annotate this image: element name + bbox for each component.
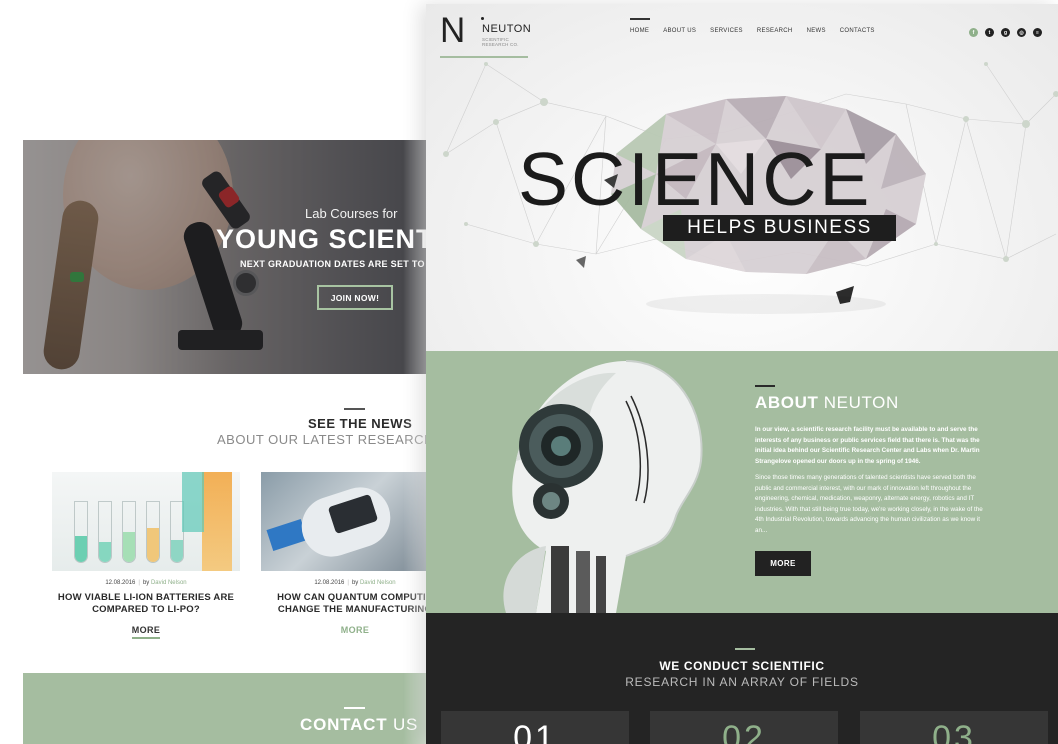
hero-tagline: HELPS BUSINESS: [663, 215, 896, 241]
fields-title: WE CONDUCT SCIENTIFIC: [659, 659, 825, 673]
about-title-bold: ABOUT: [755, 393, 819, 412]
news-card: 12.08.2016 | by David Nelson HOW CAN QUANT…: [261, 472, 443, 637]
meta-separator: |: [347, 580, 349, 586]
field-number: 03: [932, 719, 976, 744]
news-more-link[interactable]: MORE: [341, 625, 370, 637]
meta-separator: |: [138, 580, 140, 586]
test-tube: [74, 501, 88, 563]
logo-dot: [481, 17, 484, 20]
section-divider: [735, 648, 755, 650]
about-section: ABOUT NEUTON In our view, a scientific r…: [426, 351, 1058, 613]
main-nav: HOME ABOUT US SERVICES RESEARCH NEWS CON…: [630, 18, 889, 34]
nav-item-news[interactable]: NEWS: [807, 28, 826, 34]
robot-illustration: [503, 360, 703, 613]
field-card[interactable]: 02: [650, 711, 838, 744]
news-author-link[interactable]: David Nelson: [151, 580, 187, 586]
orange-bottle: [202, 472, 232, 571]
about-paragraph-1: In our view, a scientific research facil…: [755, 426, 980, 465]
test-tube: [122, 501, 136, 563]
test-tube: [98, 501, 112, 563]
tube-liquid: [99, 542, 111, 562]
logo-letter: N: [440, 11, 465, 50]
news-card: 12.08.2016 | by David Nelson HOW VIABLE LI…: [52, 472, 240, 639]
news-date: 12.08.2016: [314, 580, 345, 586]
tube-liquid: [75, 536, 87, 562]
contact-section: CONTACT US: [23, 673, 443, 744]
contact-title-rest: US: [387, 715, 419, 734]
front-page-preview: N NEUTON SCIENTIFIC RESEARCH CO. HOME AB…: [426, 4, 1058, 744]
about-more-button[interactable]: MORE: [755, 551, 811, 576]
section-divider: [344, 707, 365, 709]
news-meta: 12.08.2016 | by David Nelson: [52, 580, 240, 586]
news-image-test-tubes[interactable]: [52, 472, 240, 571]
logo-name: NEUTON: [482, 23, 532, 35]
nav-item-research[interactable]: RESEARCH: [757, 28, 793, 34]
join-now-button[interactable]: JOIN NOW!: [317, 285, 393, 310]
nav-item-home[interactable]: HOME: [630, 18, 651, 34]
contact-title-bold: CONTACT: [300, 715, 388, 734]
about-paragraph-2: Since those times many generations of ta…: [755, 474, 983, 534]
section-divider: [755, 385, 775, 387]
logo-tagline: SCIENTIFIC RESEARCH CO.: [482, 37, 519, 47]
rss-icon[interactable]: ≡: [1033, 28, 1042, 37]
hero-subtitle: NEXT GRADUATION DATES ARE SET TO J: [240, 259, 433, 269]
news-section-title: SEE THE NEWS: [308, 416, 413, 431]
instagram-icon[interactable]: ◎: [1017, 28, 1026, 37]
news-more-wrapper: MORE: [261, 625, 443, 637]
contact-title: CONTACT US: [300, 715, 418, 735]
hero-title: YOUNG SCIENT: [216, 224, 434, 254]
research-fields-section: WE CONDUCT SCIENTIFIC RESEARCH IN AN ARR…: [426, 613, 1058, 744]
tube-liquid: [147, 528, 159, 562]
nav-item-services[interactable]: SERVICES: [710, 28, 743, 34]
nav-item-about-us[interactable]: ABOUT US: [663, 28, 696, 34]
news-heading-link[interactable]: HOW CAN QUANTUM COMPUTIN CHANGE THE MANU…: [261, 592, 443, 616]
about-title: ABOUT NEUTON: [755, 393, 899, 413]
about-title-rest: NEUTON: [818, 393, 899, 412]
field-card[interactable]: 01: [441, 711, 629, 744]
science-hero: N NEUTON SCIENTIFIC RESEARCH CO. HOME AB…: [426, 4, 1058, 351]
tube-liquid: [123, 532, 135, 562]
nav-item-contacts[interactable]: CONTACTS: [840, 28, 875, 34]
fields-subtitle: RESEARCH IN AN ARRAY OF FIELDS: [625, 675, 859, 689]
hero-headline: SCIENCE: [518, 137, 873, 221]
news-more-link[interactable]: MORE: [131, 625, 161, 639]
news-section-subtitle: ABOUT OUR LATEST RESEARCH: [217, 432, 434, 447]
hero-kicker: Lab Courses for: [305, 206, 398, 221]
news-author-link[interactable]: David Nelson: [360, 580, 396, 586]
tube-liquid: [171, 540, 183, 562]
news-more-wrapper: MORE: [52, 625, 240, 639]
twitter-icon[interactable]: t: [985, 28, 994, 37]
teal-bottle: [182, 472, 204, 532]
field-number: 01: [513, 719, 557, 744]
social-links: f t g ◎ ≡: [969, 28, 1042, 37]
field-number: 02: [722, 719, 766, 744]
news-date: 12.08.2016: [105, 580, 136, 586]
news-heading-link[interactable]: HOW VIABLE LI-ION BATTERIES ARE COMPARED…: [52, 592, 240, 616]
facebook-icon[interactable]: f: [969, 28, 978, 37]
section-divider: [344, 408, 365, 410]
back-page-preview: Lab Courses for YOUNG SCIENT NEXT GRADUA…: [23, 140, 443, 744]
news-by: by: [142, 580, 150, 586]
google-plus-icon[interactable]: g: [1001, 28, 1010, 37]
logo-underline: [440, 56, 528, 58]
news-meta: 12.08.2016 | by David Nelson: [261, 580, 443, 586]
news-by: by: [351, 580, 359, 586]
hero-text-block: Lab Courses for YOUNG SCIENT NEXT GRADUA…: [23, 140, 443, 374]
field-card[interactable]: 03: [860, 711, 1048, 744]
lab-courses-hero: Lab Courses for YOUNG SCIENT NEXT GRADUA…: [23, 140, 443, 374]
test-tube: [146, 501, 160, 563]
news-image-gloved-hands[interactable]: [261, 472, 443, 571]
